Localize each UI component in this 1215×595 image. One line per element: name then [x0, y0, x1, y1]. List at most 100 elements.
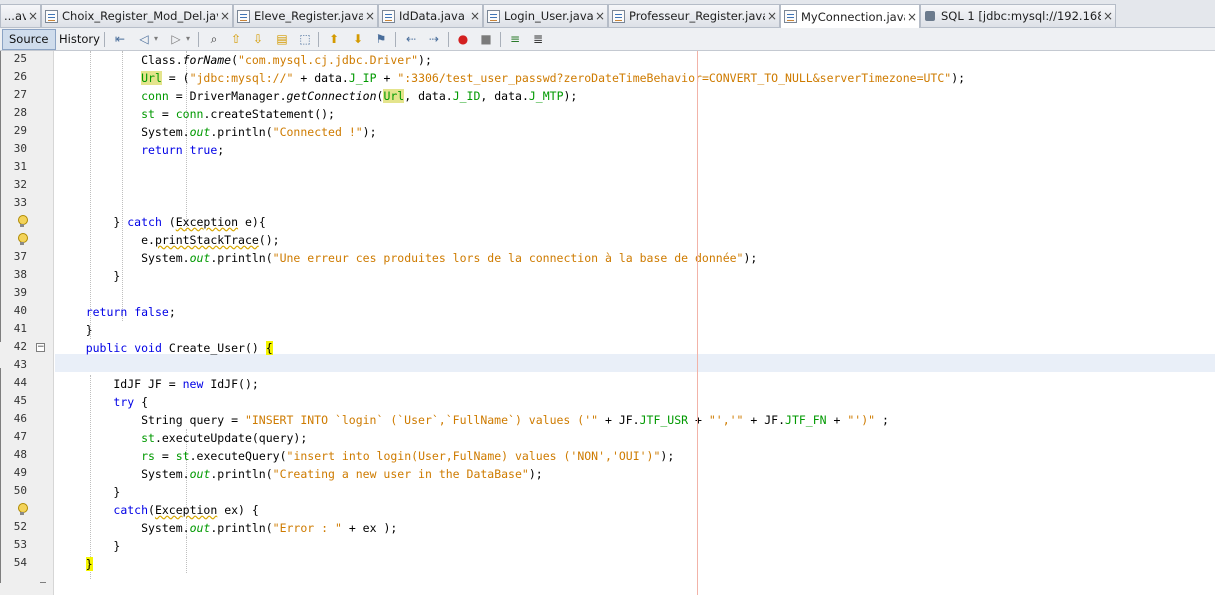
close-tab-icon[interactable]: × — [905, 10, 919, 24]
code-line[interactable]: 46 String query = "INSERT INTO `login` (… — [0, 411, 1215, 429]
find-icon[interactable]: ⌕ — [206, 31, 222, 47]
code-text[interactable]: System.out.println("Error : " + ex ); — [58, 519, 397, 537]
chevron-down-icon[interactable]: ▾ — [180, 31, 196, 47]
close-tab-icon[interactable]: × — [765, 9, 779, 23]
code-line[interactable]: catch(Exception ex) { — [0, 501, 1215, 519]
code-line[interactable]: 32 — [0, 177, 1215, 195]
code-line[interactable]: e.printStackTrace(); — [0, 231, 1215, 249]
code-token: .println( — [210, 125, 272, 139]
code-text[interactable]: } — [58, 267, 120, 285]
code-line[interactable]: 30 return true; — [0, 141, 1215, 159]
code-line[interactable]: 40 return false; — [0, 303, 1215, 321]
code-line[interactable]: 38 } — [0, 267, 1215, 285]
code-text[interactable]: catch(Exception ex) { — [58, 501, 259, 519]
tab-0[interactable]: ...ava× — [0, 4, 41, 27]
code-text[interactable]: try { — [58, 393, 148, 411]
code-token: Create_User() — [162, 341, 266, 355]
find-next-icon[interactable]: ⇩ — [250, 31, 266, 47]
code-line[interactable]: 44 IdJF JF = new IdJF(); — [0, 375, 1215, 393]
code-line[interactable]: 28 st = conn.createStatement(); — [0, 105, 1215, 123]
code-line[interactable]: 33 — [0, 195, 1215, 213]
code-text[interactable]: } — [58, 537, 120, 555]
code-text[interactable]: System.out.println("Une erreur ces produ… — [58, 249, 757, 267]
code-text[interactable]: IdJF JF = new IdJF(); — [58, 375, 259, 393]
close-tab-icon[interactable]: × — [468, 9, 482, 23]
code-text[interactable]: conn = DriverManager.getConnection(Url, … — [58, 87, 577, 105]
record-macro-icon[interactable]: ● — [455, 31, 471, 47]
code-text[interactable]: public void Create_User() { — [58, 339, 273, 357]
code-line[interactable]: 39 — [0, 285, 1215, 303]
tab-6[interactable]: MyConnection.java× — [780, 4, 920, 28]
code-line[interactable]: } catch (Exception e){ — [0, 213, 1215, 231]
hint-bulb-icon[interactable] — [16, 233, 28, 246]
code-token — [183, 143, 190, 157]
last-edit-icon[interactable]: ⇤ — [112, 31, 128, 47]
code-text[interactable]: rs = st.executeQuery("insert into login(… — [58, 447, 674, 465]
code-line[interactable]: 25 Class.forName("com.mysql.cj.jdbc.Driv… — [0, 51, 1215, 69]
code-line[interactable]: 41 } — [0, 321, 1215, 339]
code-line[interactable]: 31 — [0, 159, 1215, 177]
toolbar-separator — [104, 32, 105, 47]
code-line[interactable]: 50 } — [0, 483, 1215, 501]
toggle-rectangular-selection-icon[interactable]: ⬚ — [297, 31, 313, 47]
code-line[interactable]: 37 System.out.println("Une erreur ces pr… — [0, 249, 1215, 267]
stop-macro-icon[interactable]: ■ — [478, 31, 494, 47]
history-view-button[interactable]: History — [52, 29, 107, 50]
code-line[interactable]: 42− public void Create_User() { — [0, 339, 1215, 357]
shift-right-icon[interactable]: ⇢ — [426, 31, 442, 47]
code-text[interactable]: } — [58, 483, 120, 501]
tab-1[interactable]: Choix_Register_Mod_Del.java× — [41, 4, 233, 27]
close-tab-icon[interactable]: × — [363, 9, 377, 23]
toggle-highlight-icon[interactable]: ▤ — [274, 31, 290, 47]
code-text[interactable]: System.out.println("Creating a new user … — [58, 465, 543, 483]
code-token: ; — [875, 413, 889, 427]
chevron-down-icon[interactable]: ▾ — [148, 31, 164, 47]
hint-bulb-icon[interactable] — [16, 503, 28, 516]
tab-4[interactable]: Login_User.java× — [483, 4, 608, 27]
close-tab-icon[interactable]: × — [26, 9, 40, 23]
source-view-button[interactable]: Source — [2, 29, 56, 50]
code-line[interactable]: 29 System.out.println("Connected !"); — [0, 123, 1215, 141]
code-line[interactable]: 54 } — [0, 555, 1215, 573]
code-line[interactable]: 43 — [0, 357, 1215, 375]
code-text[interactable]: } — [58, 555, 93, 573]
close-tab-icon[interactable]: × — [593, 9, 607, 23]
code-text[interactable]: String query = "INSERT INTO `login` (`Us… — [58, 411, 889, 429]
code-line[interactable]: 52 System.out.println("Error : " + ex ); — [0, 519, 1215, 537]
previous-bookmark-icon[interactable]: ⬆ — [326, 31, 342, 47]
code-line[interactable]: 45 try { — [0, 393, 1215, 411]
fold-toggle-icon[interactable]: − — [36, 343, 45, 352]
comment-icon[interactable]: ≡ — [507, 31, 523, 47]
shift-left-icon[interactable]: ⇠ — [403, 31, 419, 47]
tab-2[interactable]: Eleve_Register.java× — [233, 4, 378, 27]
uncomment-icon[interactable]: ≣ — [530, 31, 546, 47]
code-editor[interactable]: 25 Class.forName("com.mysql.cj.jdbc.Driv… — [0, 51, 1215, 595]
next-bookmark-icon[interactable]: ⬇ — [350, 31, 366, 47]
code-text[interactable]: } catch (Exception e){ — [58, 213, 266, 231]
code-text[interactable]: Class.forName("com.mysql.cj.jdbc.Driver"… — [58, 51, 432, 69]
code-line[interactable]: 49 System.out.println("Creating a new us… — [0, 465, 1215, 483]
code-text[interactable]: st.executeUpdate(query); — [58, 429, 307, 447]
tab-5[interactable]: Professeur_Register.java× — [608, 4, 780, 27]
code-token — [58, 341, 86, 355]
code-line[interactable]: 27 conn = DriverManager.getConnection(Ur… — [0, 87, 1215, 105]
tab-3[interactable]: IdData.java× — [378, 4, 483, 27]
code-line[interactable]: 26 Url = ("jdbc:mysql://" + data.J_IP + … — [0, 69, 1215, 87]
code-line[interactable]: 53 } — [0, 537, 1215, 555]
find-previous-icon[interactable]: ⇧ — [228, 31, 244, 47]
code-text[interactable]: e.printStackTrace(); — [58, 231, 280, 249]
hint-bulb-icon[interactable] — [16, 215, 28, 228]
code-text[interactable]: System.out.println("Connected !"); — [58, 123, 377, 141]
code-line[interactable]: 47 st.executeUpdate(query); — [0, 429, 1215, 447]
tab-7[interactable]: SQL 1 [jdbc:mysql://192.168.1.7:...]× — [920, 4, 1116, 27]
code-text[interactable]: } — [58, 321, 93, 339]
code-token: IdJF JF = — [58, 377, 183, 391]
close-tab-icon[interactable]: × — [218, 9, 232, 23]
code-text[interactable]: return false; — [58, 303, 176, 321]
close-tab-icon[interactable]: × — [1101, 9, 1115, 23]
code-text[interactable]: Url = ("jdbc:mysql://" + data.J_IP + ":3… — [58, 69, 965, 87]
code-text[interactable]: return true; — [58, 141, 224, 159]
code-text[interactable]: st = conn.createStatement(); — [58, 105, 335, 123]
code-line[interactable]: 48 rs = st.executeQuery("insert into log… — [0, 447, 1215, 465]
toggle-bookmark-icon[interactable]: ⚑ — [373, 31, 389, 47]
